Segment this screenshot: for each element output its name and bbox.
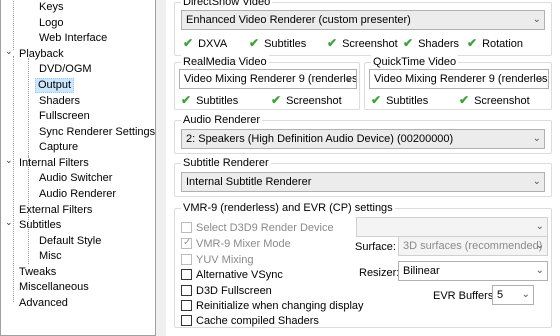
capability-shaders: ✔ Shaders [403, 36, 460, 50]
checkmark-icon: ✔ [327, 36, 338, 50]
checkmark-icon: ✔ [271, 93, 282, 107]
yuv-mixing-checkbox[interactable]: YUV Mixing [181, 253, 253, 267]
capability-subtitles: ✔ Subtitles [371, 93, 429, 107]
quicktime-renderer-value: Video Mixing Renderer 9 (renderless [374, 73, 549, 85]
checkmark-icon: ✔ [249, 36, 260, 50]
tree-item-fullscreen[interactable]: Fullscreen [37, 109, 92, 124]
tree-item-dvd-ogm[interactable]: DVD/OGM [37, 62, 94, 77]
surface-label: Surface: [355, 241, 396, 253]
tree-item-shaders[interactable]: Shaders [37, 94, 82, 109]
quicktime-renderer-select[interactable]: Video Mixing Renderer 9 (renderless ⌄ [369, 69, 549, 89]
tree-item-sync-renderer[interactable]: Sync Renderer Settings [37, 125, 157, 140]
reinitialize-display-checkbox[interactable]: Reinitialize when changing display [181, 299, 364, 313]
subtitle-renderer-value: Internal Subtitle Renderer [186, 176, 312, 188]
evr-buffers-select[interactable]: 5 ⌄ [492, 285, 534, 305]
quicktime-video-group: QuickTime Video Video Mixing Renderer 9 … [364, 55, 552, 110]
checkmark-icon: ✔ [459, 93, 470, 107]
capability-screenshot: ✔ Screenshot [271, 93, 342, 107]
directshow-video-title: DirectShow Video [181, 0, 273, 9]
capability-dxva: ✔ DXVA [183, 36, 228, 50]
tree-item-logo[interactable]: Logo [37, 16, 65, 31]
chevron-down-icon: ⌄ [536, 73, 545, 84]
options-tree[interactable]: Keys Logo Web Interface ⌄ Playback DVD/O… [0, 0, 156, 336]
vmr9-settings-title: VMR-9 (renderless) and EVR (CP) settings [181, 201, 395, 215]
tree-item-subtitles[interactable]: Subtitles [17, 218, 63, 233]
capability-subtitles: ✔ Subtitles [181, 93, 239, 107]
vmr9-evr-settings-group: VMR-9 (renderless) and EVR (CP) settings… [174, 201, 552, 328]
d3d9-device-select[interactable]: ⌄ [356, 217, 548, 237]
chevron-down-icon: ⌄ [535, 265, 544, 276]
chevron-down-icon: ⌄ [521, 289, 530, 300]
tree-item-playback[interactable]: Playback [17, 47, 66, 62]
tree-item-keys[interactable]: Keys [37, 0, 65, 15]
tree-item-web-interface[interactable]: Web Interface [37, 31, 109, 46]
surface-select[interactable]: 3D surfaces (recommended) ⌄ [398, 236, 548, 256]
tree-item-capture[interactable]: Capture [37, 140, 80, 155]
tree-item-miscellaneous[interactable]: Miscellaneous [17, 280, 91, 295]
checkmark-icon: ✓ [183, 237, 192, 248]
tree-item-output[interactable]: Output [35, 78, 75, 93]
tree-item-advanced[interactable]: Advanced [17, 296, 70, 311]
chevron-down-icon: ⌄ [532, 14, 541, 25]
realmedia-video-title: RealMedia Video [181, 55, 269, 69]
checkmark-icon: ✔ [467, 36, 478, 50]
tree-connector [13, 56, 14, 302]
resizer-label: Resizer: [359, 267, 400, 279]
checkmark-icon: ✔ [183, 36, 194, 50]
audio-renderer-value: 2: Speakers (High Definition Audio Devic… [186, 133, 454, 145]
chevron-down-icon[interactable]: ⌄ [5, 215, 13, 230]
chevron-down-icon[interactable]: ⌄ [5, 44, 13, 59]
audio-renderer-title: Audio Renderer [181, 113, 263, 127]
realmedia-video-group: RealMedia Video Video Mixing Renderer 9 … [174, 55, 360, 110]
capability-rotation: ✔ Rotation [467, 36, 524, 50]
realmedia-renderer-value: Video Mixing Renderer 9 (renderless [184, 73, 357, 85]
capability-screenshot: ✔ Screenshot [327, 36, 398, 50]
directshow-renderer-select[interactable]: Enhanced Video Renderer (custom presente… [181, 10, 545, 30]
chevron-down-icon: ⌄ [535, 221, 544, 232]
chevron-down-icon: ⌄ [532, 133, 541, 144]
d3d-fullscreen-checkbox[interactable]: D3D Fullscreen [181, 284, 272, 298]
cache-compiled-shaders-checkbox[interactable]: Cache compiled Shaders [181, 314, 319, 328]
tree-item-audio-renderer[interactable]: Audio Renderer [37, 187, 118, 202]
tree-connector [13, 0, 14, 50]
chevron-down-icon[interactable]: ⌄ [5, 153, 13, 168]
vmr9-mixer-mode-checkbox[interactable]: ✓ VMR-9 Mixer Mode [181, 237, 291, 251]
realmedia-renderer-select[interactable]: Video Mixing Renderer 9 (renderless ⌄ [179, 69, 357, 89]
chevron-down-icon: ⌄ [532, 176, 541, 187]
capability-subtitles: ✔ Subtitles [249, 36, 307, 50]
subtitle-renderer-select[interactable]: Internal Subtitle Renderer ⌄ [181, 172, 545, 192]
audio-renderer-select[interactable]: 2: Speakers (High Definition Audio Devic… [181, 129, 545, 149]
tree-item-default-style[interactable]: Default Style [37, 234, 103, 249]
evr-buffers-label: EVR Buffers: [433, 290, 497, 302]
chevron-down-icon: ⌄ [344, 73, 353, 84]
directshow-video-group: DirectShow Video Enhanced Video Renderer… [174, 0, 552, 56]
audio-renderer-group: Audio Renderer 2: Speakers (High Definit… [174, 113, 552, 154]
tree-item-tweaks[interactable]: Tweaks [17, 265, 58, 280]
tree-item-external-filters[interactable]: External Filters [17, 203, 94, 218]
subtitle-renderer-group: Subtitle Renderer Internal Subtitle Rend… [174, 156, 552, 197]
subtitle-renderer-title: Subtitle Renderer [181, 156, 271, 170]
tree-item-audio-switcher[interactable]: Audio Switcher [37, 171, 114, 186]
directshow-renderer-value: Enhanced Video Renderer (custom presente… [186, 14, 411, 26]
resizer-select[interactable]: Bilinear ⌄ [398, 261, 548, 281]
checkmark-icon: ✔ [371, 93, 382, 107]
select-d3d9-device-checkbox[interactable]: Select D3D9 Render Device [181, 221, 334, 235]
capability-screenshot: ✔ Screenshot [459, 93, 530, 107]
output-settings-panel: DirectShow Video Enhanced Video Renderer… [166, 0, 560, 336]
tree-item-internal-filters[interactable]: Internal Filters [17, 156, 91, 171]
chevron-down-icon: ⌄ [535, 240, 544, 251]
alternative-vsync-checkbox[interactable]: Alternative VSync [181, 268, 283, 282]
quicktime-video-title: QuickTime Video [371, 55, 459, 69]
checkmark-icon: ✔ [403, 36, 414, 50]
tree-item-misc[interactable]: Misc [37, 249, 64, 264]
checkmark-icon: ✔ [181, 93, 192, 107]
